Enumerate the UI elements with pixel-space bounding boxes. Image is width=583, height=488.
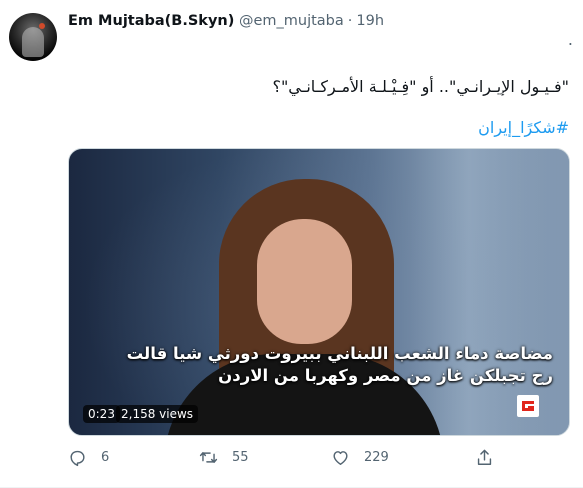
video-subject-face: [257, 219, 352, 344]
more-icon[interactable]: .: [568, 30, 573, 49]
video-caption-line-2: رح تجبلكن غاز من مصر وكهربا من الاردن: [218, 366, 553, 385]
reply-button[interactable]: 6: [68, 448, 109, 467]
channel-logo-icon: [517, 395, 539, 417]
tweet-header: Em Mujtaba(B.Skyn) @em_mujtaba · 19h: [68, 13, 569, 35]
share-icon: [477, 449, 492, 465]
like-icon: [333, 451, 348, 465]
leading-mark: .: [567, 30, 573, 49]
avatar-accent: [39, 23, 45, 29]
video-caption: مضاصة دماء الشعب اللبناني ببيروت دورثي ش…: [127, 343, 553, 387]
author-handle[interactable]: @em_mujtaba: [239, 13, 344, 29]
video-player[interactable]: مضاصة دماء الشعب اللبناني ببيروت دورثي ش…: [68, 148, 570, 436]
retweet-button[interactable]: 55: [199, 448, 249, 467]
tweet-timestamp[interactable]: 19h: [356, 13, 384, 29]
like-button[interactable]: 229: [331, 448, 389, 467]
hashtag-link[interactable]: #شكرًا_إيران: [478, 118, 569, 137]
like-count: 229: [364, 450, 389, 465]
retweet-count: 55: [232, 450, 249, 465]
reply-icon: [70, 450, 85, 467]
tweet-actions: 6 55 229: [68, 448, 508, 472]
header-separator: ·: [347, 13, 353, 29]
avatar-figure: [22, 27, 44, 57]
video-caption-line-1: مضاصة دماء الشعب اللبناني ببيروت دورثي ش…: [126, 344, 553, 363]
video-views: 2,158 views: [116, 405, 199, 423]
retweet-icon: [199, 452, 218, 463]
video-background: [409, 149, 569, 435]
share-button[interactable]: [475, 448, 494, 467]
avatar[interactable]: [9, 13, 57, 61]
video-duration: 0:23: [83, 405, 120, 423]
tweet-text: "فـيـول الإيـرانـي".. أو "فِـيْـلـة الأم…: [272, 77, 569, 96]
author-name[interactable]: Em Mujtaba(B.Skyn): [68, 13, 234, 29]
reply-count: 6: [101, 450, 110, 465]
